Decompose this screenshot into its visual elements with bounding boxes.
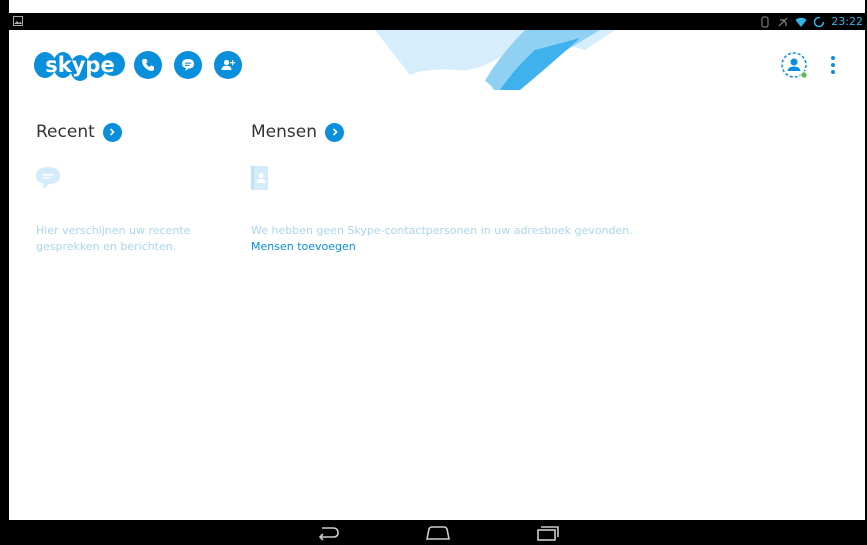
chat-icon <box>182 59 194 71</box>
recent-title: Recent <box>36 122 95 142</box>
call-button[interactable] <box>134 51 162 79</box>
overflow-menu-icon[interactable] <box>826 54 840 76</box>
new-chat-button[interactable] <box>174 51 202 79</box>
profile-avatar-icon[interactable] <box>780 51 810 81</box>
recent-section-header[interactable]: Recent <box>36 122 122 142</box>
recent-apps-icon[interactable] <box>536 525 560 541</box>
add-contact-button[interactable] <box>214 51 242 79</box>
people-section-header[interactable]: Mensen <box>251 122 344 142</box>
recent-chat-icon <box>36 167 60 189</box>
sync-icon <box>814 16 825 27</box>
status-icons: 23:22 <box>759 14 863 29</box>
status-bar: 23:22 <box>9 13 865 30</box>
people-title: Mensen <box>251 122 317 142</box>
back-icon[interactable] <box>317 525 341 541</box>
recent-arrow-icon[interactable] <box>102 122 122 142</box>
call-icon <box>142 59 154 71</box>
navigation-bar <box>9 520 865 545</box>
add-people-link[interactable]: Mensen toevoegen <box>251 240 356 253</box>
recent-empty-message: Hier verschijnen uw recente gesprekken e… <box>36 224 191 253</box>
silent-icon <box>778 17 788 26</box>
home-icon[interactable] <box>425 525 451 541</box>
people-empty-message: We hebben geen Skype-contactpersonen in … <box>251 224 633 237</box>
header-decoration <box>375 30 615 92</box>
clock: 23:22 <box>831 15 863 28</box>
add-contact-icon <box>221 59 236 70</box>
address-book-icon <box>251 166 268 190</box>
skype-logo: skype <box>34 52 125 81</box>
screen-frame-left <box>0 0 9 545</box>
svg-text:skype: skype <box>45 53 114 77</box>
wifi-icon <box>795 17 807 27</box>
people-arrow-icon[interactable] <box>325 122 344 142</box>
image-notification-icon <box>13 16 23 26</box>
bluetooth-icon <box>761 15 769 28</box>
